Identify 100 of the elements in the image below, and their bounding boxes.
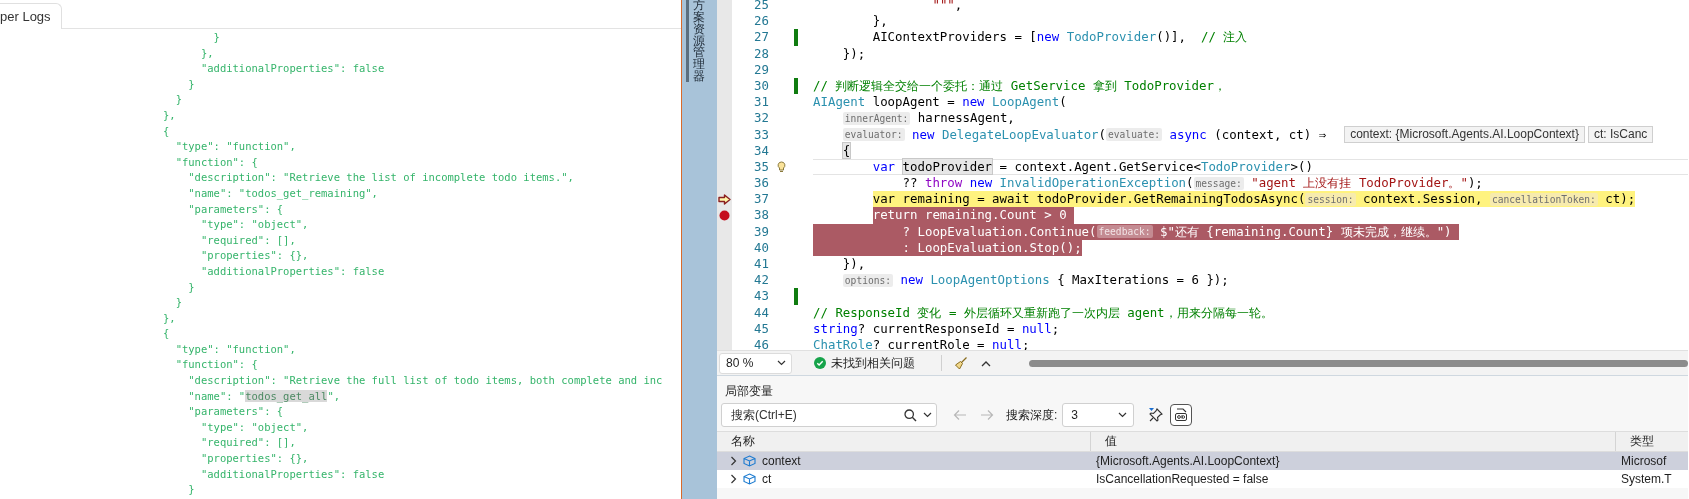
column-header[interactable]: 类型: [1616, 432, 1688, 451]
log-text: }: [187, 77, 195, 90]
log-text: "description": "Retrieve the list of incomplete todo items.",: [187, 171, 574, 184]
inlay-hint: evaluate:: [1106, 128, 1163, 142]
code-text: return remaining.Count > 0: [872, 207, 1068, 224]
issues-status[interactable]: 未找到相关问题: [831, 354, 915, 372]
text-format-icon: [1174, 408, 1189, 422]
log-text: "type": "function",: [174, 342, 296, 355]
check-circle-icon: [814, 357, 826, 369]
line-number: 34: [753, 142, 769, 159]
log-text: }: [187, 280, 195, 293]
code-text: context.Session,: [1362, 191, 1484, 208]
log-text: {: [163, 124, 170, 137]
log-text: "additionalProperties": false: [199, 467, 385, 480]
variable-row[interactable]: context {Microsoft.Agents.AI.LoopContext} Microsof: [717, 452, 1688, 470]
log-text: }: [174, 93, 182, 106]
search-box[interactable]: 搜索(Ctrl+E): [721, 403, 937, 427]
code-text: ?? throw new InvalidOperationException(: [902, 175, 1194, 192]
log-text: "properties": {},: [199, 249, 309, 262]
variable-type: System.T: [1621, 471, 1672, 488]
line-number: 46: [753, 336, 769, 350]
data-tip[interactable]: context: {Microsoft.Agents.AI.LoopContext}: [1344, 126, 1585, 144]
log-text: "function": {: [174, 155, 258, 168]
code-text: : LoopEvaluation.Stop();: [902, 239, 1082, 256]
log-text: "type": "function",: [174, 140, 296, 153]
inlay-hint: innerAgent:: [842, 111, 911, 125]
log-text: "additionalProperties": false: [199, 62, 385, 75]
zoom-dropdown[interactable]: 80 %: [719, 352, 792, 374]
log-text: "type": "object",: [199, 218, 309, 231]
variable-name: context: [762, 453, 801, 470]
log-text: "name": ": [187, 389, 246, 402]
column-header[interactable]: 值: [1091, 432, 1616, 451]
lightbulb-icon[interactable]: [777, 160, 786, 173]
depth-dropdown[interactable]: 3: [1062, 403, 1135, 427]
log-text: "name": "todos_get_remaining",: [187, 186, 378, 199]
line-number: 42: [753, 272, 769, 289]
cube-icon: [743, 473, 756, 485]
code-text: AIAgent loopAgent = new LoopAgent(: [813, 94, 1067, 111]
line-number: 39: [753, 223, 769, 240]
code-text: async (context, ct) ⇒: [1168, 126, 1327, 143]
line-number: 26: [753, 13, 769, 30]
code-text: {: [842, 142, 851, 159]
variable-value: {Microsoft.Agents.AI.LoopContext}: [1096, 453, 1280, 470]
line-number: 27: [753, 29, 769, 46]
column-header[interactable]: 名称: [717, 432, 1091, 451]
search-field[interactable]: 搜索(Ctrl+E): [729, 407, 898, 423]
search-match: todos_get_all: [245, 389, 328, 402]
broom-icon[interactable]: [954, 356, 968, 370]
line-number: 33: [753, 126, 769, 143]
line-number: 29: [753, 61, 769, 78]
log-text: ",: [327, 389, 341, 402]
line-number: 37: [753, 191, 769, 208]
code-text: AIContextProviders = [new TodoProvider()], // 注入: [872, 29, 1248, 46]
code-text: // 判断逻辑全交给一个委托：通过 GetService 拿到 TodoProvider，: [813, 77, 1226, 95]
chevron-down-icon: [1118, 412, 1128, 418]
variable-type: Microsof: [1621, 453, 1667, 470]
inlay-hint: cancellationToken:: [1489, 192, 1598, 206]
horizontal-scrollbar[interactable]: [1029, 359, 1688, 367]
tab[interactable]: per Logs: [0, 3, 62, 29]
code-text: new DelegateLoopEvaluator(: [911, 126, 1107, 143]
log-text: }: [174, 296, 182, 309]
inlay-hint: message:: [1193, 176, 1244, 190]
inlay-hint: feedback:: [1096, 225, 1153, 239]
code-text: ? LoopEvaluation.Continue(: [902, 223, 1097, 240]
code-text: var todoProvider = context.Agent.GetService<TodoProvider>(): [872, 158, 1313, 176]
data-tip[interactable]: ct: IsCanc: [1587, 126, 1654, 144]
line-number: 32: [753, 110, 769, 127]
chevron-up-icon[interactable]: [981, 359, 991, 367]
line-number: 40: [753, 239, 769, 256]
log-text: "parameters": {: [187, 405, 284, 418]
log-text: "properties": {},: [199, 452, 309, 465]
line-number: 41: [753, 256, 769, 273]
chevron-down-icon[interactable]: [923, 412, 932, 418]
toggle-button[interactable]: [1170, 404, 1193, 426]
log-text: "function": {: [174, 358, 258, 371]
log-text: },: [199, 46, 214, 59]
code-text: "agent 上没有挂 TodoProvider。");: [1250, 175, 1483, 192]
sidebar-tab[interactable]: 方案资源管理器: [693, 0, 705, 83]
variable-value: IsCancellationRequested = false: [1096, 471, 1269, 488]
log-text: "description": "Retrieve the full list of todo items, both complete and inc: [187, 374, 663, 387]
code-text: harnessAgent,: [916, 110, 1015, 127]
variable-row[interactable]: ct IsCancellationRequested = false System.T: [717, 470, 1688, 488]
code-text: string? currentResponseId = null;: [813, 320, 1060, 337]
pin-icon[interactable]: [1148, 407, 1165, 423]
log-text: {: [163, 327, 170, 340]
variable-name: ct: [762, 471, 772, 488]
inlay-hint: evaluator:: [842, 128, 905, 142]
breakpoint-icon[interactable]: [719, 210, 730, 222]
code-text: $"还有 {remaining.Count} 项未完成，继续。"): [1158, 223, 1453, 240]
code-text: ChatRole? currentRole = null;: [813, 336, 1030, 350]
line-number: 25: [753, 0, 769, 14]
log-text: "additionalProperties": false: [199, 264, 385, 277]
cube-icon: [743, 455, 756, 467]
log-text: "required": [],: [199, 233, 296, 246]
code-text: }),: [842, 256, 866, 273]
code-text: // ResponseId 变化 = 外层循环又重新跑了一次内层 agent，用来分隔每一轮。: [813, 304, 1273, 321]
code-text: """,: [932, 0, 963, 14]
line-number: 36: [753, 175, 769, 192]
line-number: 28: [753, 45, 769, 62]
search-icon[interactable]: [904, 408, 917, 422]
